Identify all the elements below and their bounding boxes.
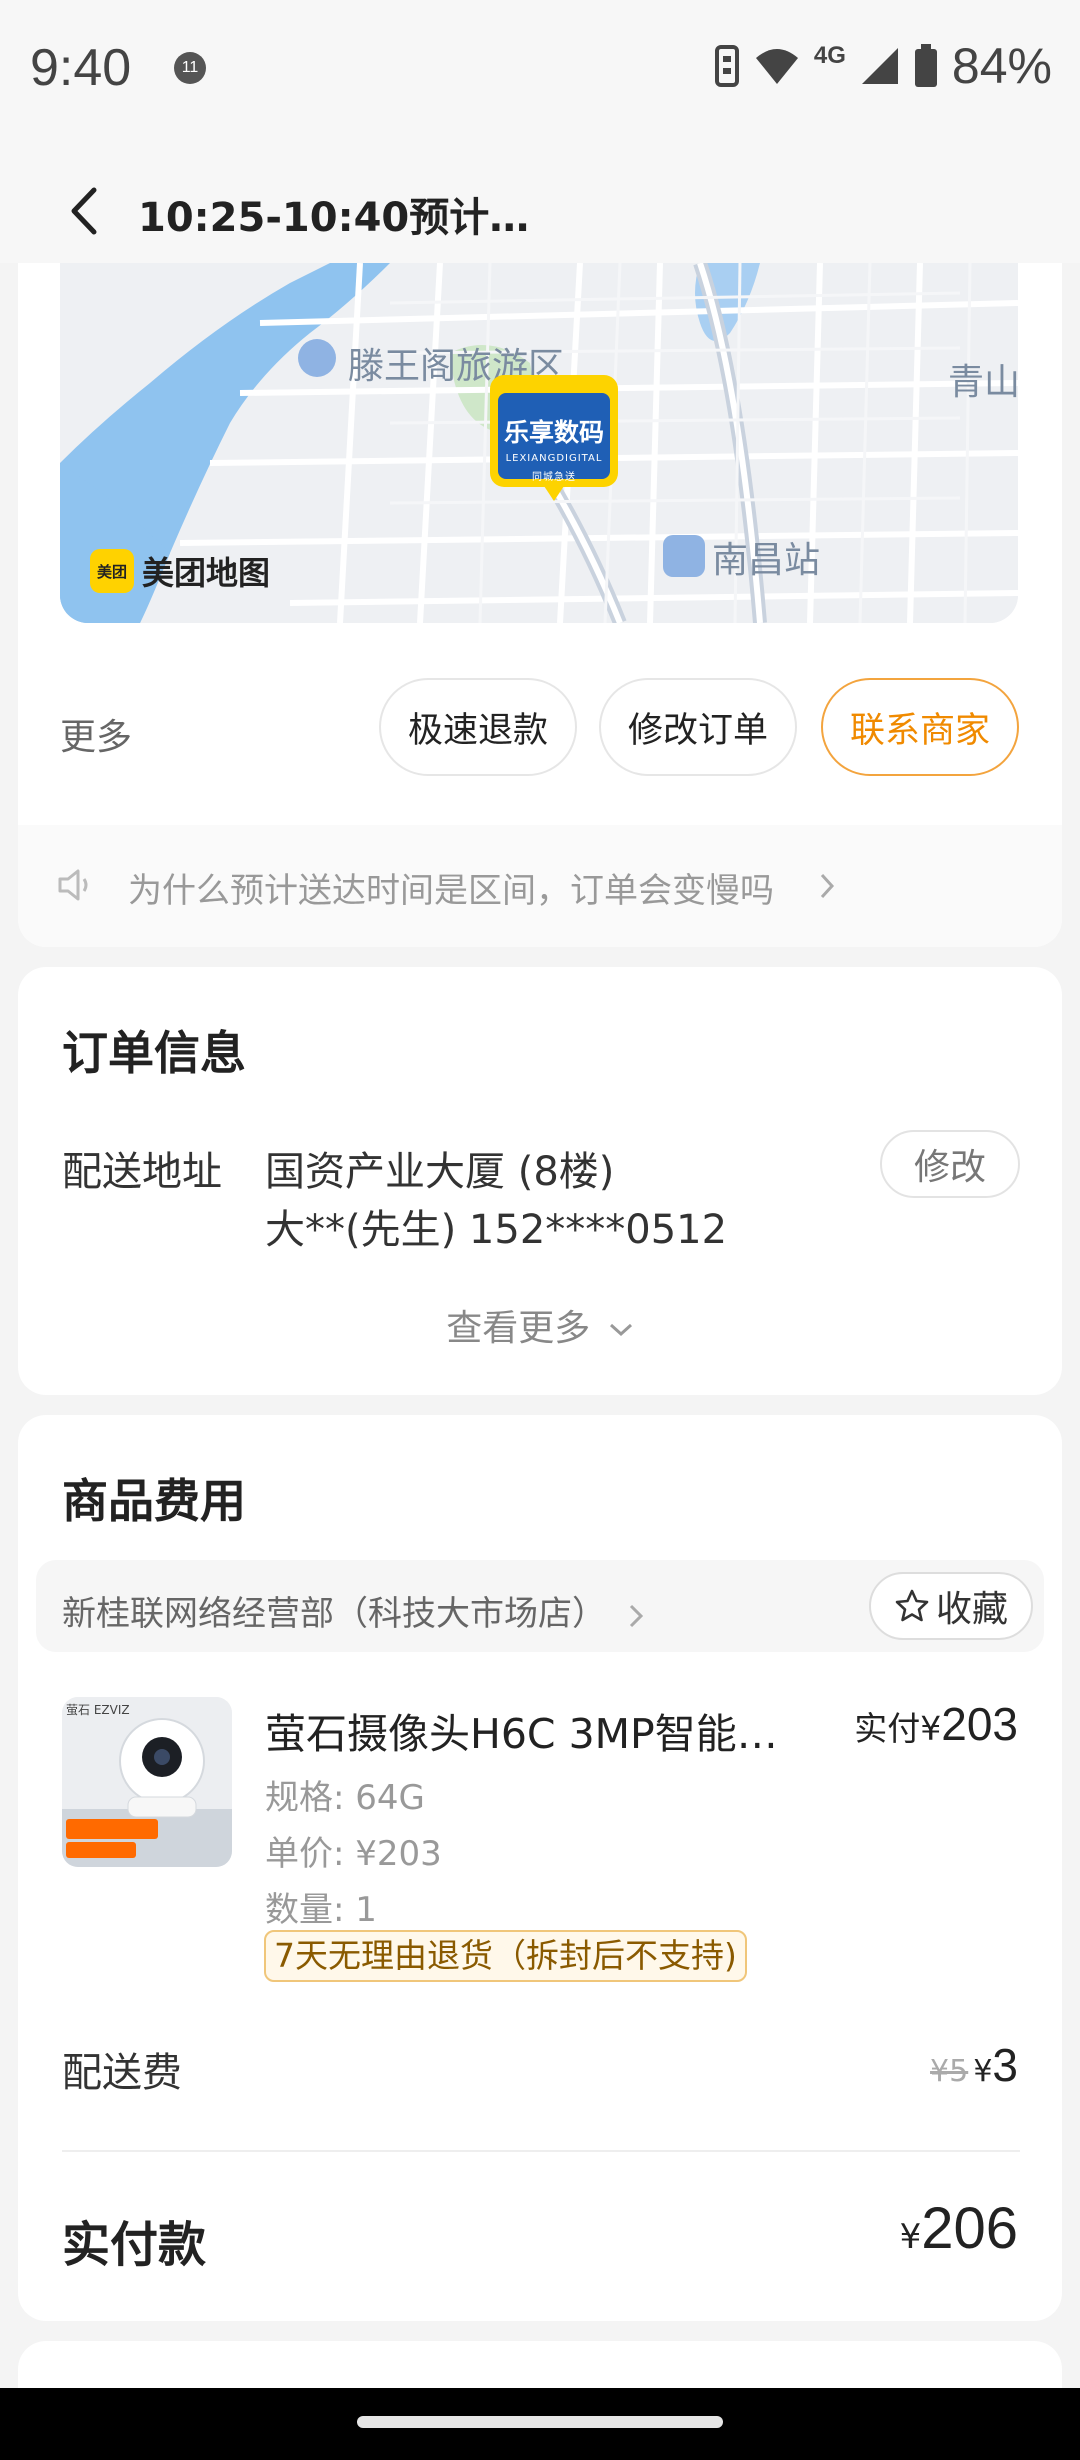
header: 10:25-10:40预计… <box>0 135 1080 263</box>
system-nav-bar <box>0 2388 1080 2460</box>
total-paid-label: 实付款 <box>62 2217 207 2273</box>
quick-refund-button[interactable]: 极速退款 <box>379 678 577 776</box>
product-quantity: 数量: 1 <box>265 1890 377 1930</box>
paid-currency: ¥ <box>920 1709 942 1748</box>
modify-order-button[interactable]: 修改订单 <box>599 678 797 776</box>
map-brand-name: 美团地图 <box>142 554 271 592</box>
paid-label: 实付 <box>854 1709 921 1748</box>
meituan-logo-icon: 美团 <box>90 549 134 593</box>
total-amount: 206 <box>921 2196 1018 2261</box>
delivery-fee-original: ¥5 <box>930 2054 969 2089</box>
delivery-fee-values: ¥5 ¥3 <box>930 2038 1018 2092</box>
favorite-label: 收藏 <box>935 1589 1008 1630</box>
goods-fee-title: 商品费用 <box>62 1474 246 1528</box>
status-icons: 4G 84% <box>714 36 1052 96</box>
back-button[interactable] <box>58 183 108 239</box>
map-card: 滕王阁旅游区 南昌站 青山 乐享数码 LEXIANGDIGITAL 同城急送 美… <box>18 263 1062 947</box>
product-spec: 规格: 64G <box>265 1778 425 1818</box>
order-info-card: 订单信息 配送地址 国资产业大厦 (8楼) 大**(先生) 152****051… <box>18 967 1062 1395</box>
wifi-icon <box>755 49 798 84</box>
chevron-right-icon <box>820 873 835 899</box>
product-image-brand: 萤石 EZVIZ <box>66 1703 130 1717</box>
product-paid-price: 实付¥203 <box>854 1697 1018 1751</box>
camera-product-icon <box>62 1697 232 1867</box>
star-icon <box>895 1589 929 1622</box>
store-row[interactable]: 新桂联网络经营部（科技大市场店） 收藏 <box>36 1560 1044 1652</box>
store-pin-tag: 同城急送 <box>532 472 576 483</box>
goods-fee-card: 商品费用 新桂联网络经营部（科技大市场店） 收藏 萤石 EZVIZ 萤石摄像头H… <box>18 1415 1062 2321</box>
vibrate-icon <box>714 45 739 87</box>
divider <box>62 2150 1020 2152</box>
total-currency: ¥ <box>899 2217 922 2257</box>
scenic-area-icon <box>298 339 336 377</box>
notice-text: 为什么预计送达时间是区间，订单会变慢吗 <box>128 871 774 911</box>
store-location-pin[interactable]: 乐享数码 LEXIANGDIGITAL 同城急送 <box>490 365 618 505</box>
order-info-title: 订单信息 <box>62 1026 246 1080</box>
address-label: 配送地址 <box>62 1149 222 1195</box>
delivery-map[interactable]: 滕王阁旅游区 南昌站 青山 乐享数码 LEXIANGDIGITAL 同城急送 美… <box>60 263 1018 623</box>
view-more-button[interactable]: 查看更多 <box>18 1299 1062 1351</box>
map-brand: 美团 美团地图 <box>90 548 270 594</box>
modify-address-button[interactable]: 修改 <box>880 1130 1020 1198</box>
chevron-down-icon <box>609 1323 632 1337</box>
chevron-right-icon <box>629 1604 643 1627</box>
speaker-icon <box>58 869 88 901</box>
back-arrow-icon <box>71 187 97 235</box>
notification-count-badge: 11 <box>174 52 206 84</box>
contact-merchant-button[interactable]: 联系商家 <box>821 678 1019 776</box>
map-label-station: 南昌站 <box>712 540 821 581</box>
battery-icon <box>914 44 937 87</box>
page-title: 10:25-10:40预计… <box>138 195 530 241</box>
delivery-fee-amount: 3 <box>992 2039 1018 2091</box>
delivery-fee-currency: ¥ <box>973 2054 993 2089</box>
paid-amount: 203 <box>941 1698 1018 1750</box>
status-time: 9:40 <box>30 39 132 97</box>
product-name[interactable]: 萤石摄像头H6C 3MP智能… <box>265 1700 778 1760</box>
signal-icon <box>861 48 898 84</box>
favorite-store-button[interactable]: 收藏 <box>869 1572 1033 1640</box>
product-image[interactable]: 萤石 EZVIZ <box>62 1697 232 1867</box>
store-pin-sub: LEXIANGDIGITAL <box>505 453 603 464</box>
store-pin-name: 乐享数码 <box>503 418 604 447</box>
order-actions: 更多 极速退款 修改订单 联系商家 <box>18 678 1062 778</box>
delivery-fee-label: 配送费 <box>62 2050 182 2096</box>
map-label-qingshan: 青山 <box>948 362 1018 403</box>
status-bar: 9:40 11 4G 84% <box>0 0 1080 135</box>
return-policy-tag: 7天无理由退货（拆封后不支持) <box>264 1930 747 1982</box>
more-button[interactable]: 更多 <box>60 708 132 760</box>
train-station-icon <box>663 535 705 577</box>
network-type-label: 4G <box>813 42 846 69</box>
product-unit-price: 单价: ¥203 <box>265 1834 442 1874</box>
recipient-line: 大**(先生) 152****0512 <box>265 1207 728 1253</box>
view-more-label: 查看更多 <box>446 1308 591 1349</box>
delivery-time-notice[interactable]: 为什么预计送达时间是区间，订单会变慢吗 <box>18 825 1062 947</box>
home-indicator[interactable] <box>357 2416 723 2428</box>
address-line: 国资产业大厦 (8楼) <box>265 1149 615 1195</box>
battery-percent: 84% <box>951 38 1052 94</box>
total-paid-value: ¥206 <box>900 2195 1018 2262</box>
store-name: 新桂联网络经营部（科技大市场店） <box>62 1586 645 1635</box>
